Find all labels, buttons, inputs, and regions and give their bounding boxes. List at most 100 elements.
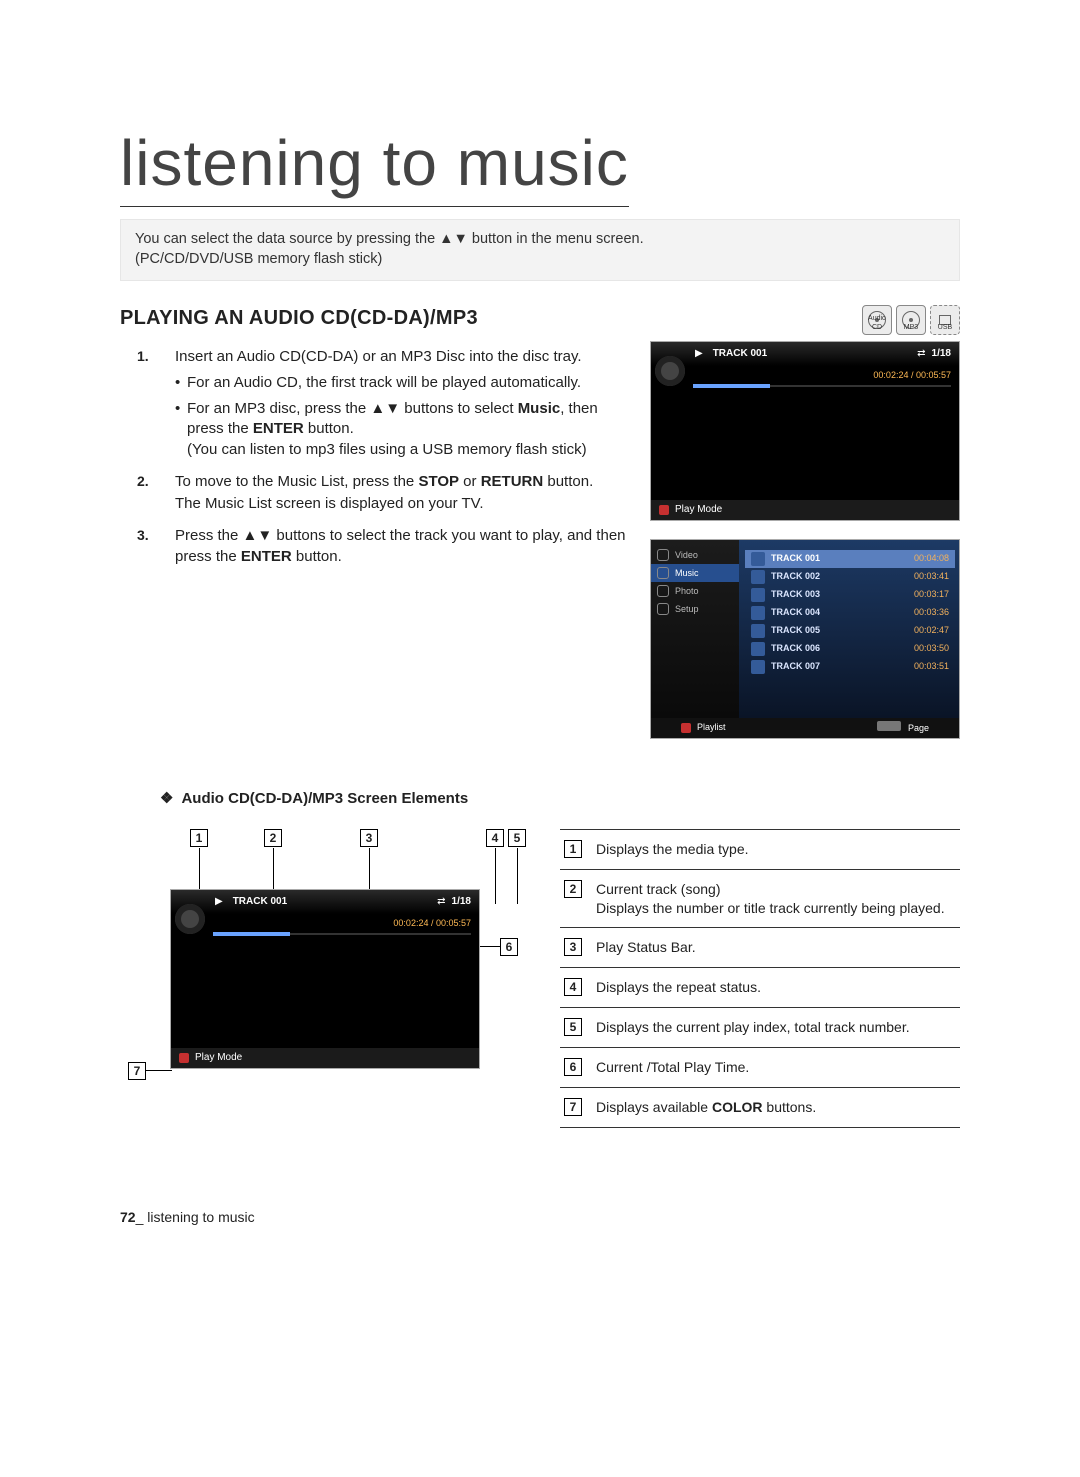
s2-post: button. [543,473,593,490]
track-duration: 00:03:36 [914,606,949,618]
step-2: 2. To move to the Music List, press the … [175,472,632,515]
track-row: TRACK 00100:04:08 [745,550,955,568]
sidebar-item-setup: Setup [651,600,739,618]
section-heading: PLAYING AN AUDIO CD(CD-DA)/MP3 [120,305,478,332]
track-icon [751,552,765,566]
track-name: TRACK 004 [771,606,914,618]
intro-line-1: You can select the data source by pressi… [135,230,945,250]
legend-desc-7-pre: Displays available [596,1099,712,1115]
screen-elements-legend: 1 Displays the media type. 2 Current tra… [560,829,960,1128]
intro-text-pre: You can select the data source by pressi… [135,231,439,247]
screen-elements-title-text: Audio CD(CD-DA)/MP3 Screen Elements [181,790,468,807]
playlist-label: Playlist [697,721,726,733]
track-name: TRACK 003 [771,588,914,600]
track-duration: 00:03:51 [914,660,949,672]
red-button-icon [659,505,669,515]
usb-label: USB [931,323,959,332]
color-keyword: COLOR [712,1099,763,1115]
diamond-icon: ❖ [160,790,173,807]
page-number: 72 [120,1209,136,1225]
legend-row-1: 1 Displays the media type. [560,829,960,870]
sidebar-item-video: Video [651,546,739,564]
intro-text-post: button in the menu screen. [468,231,644,247]
legend-num-4: 4 [564,978,582,996]
track-duration: 00:03:50 [914,642,949,654]
legend-row-3: 3 Play Status Bar. [560,928,960,968]
intro-line-2: (PC/CD/DVD/USB memory flash stick) [135,250,945,270]
play-index: 1/18 [452,895,471,909]
track-icon [751,642,765,656]
track-row: TRACK 00400:03:36 [745,604,955,622]
track-row: TRACK 00600:03:50 [745,640,955,658]
s2-extra: The Music List screen is displayed on yo… [175,494,632,514]
s1b2-post: button. [304,420,354,437]
step-number: 1. [137,347,149,366]
sidebar-label: Photo [675,585,699,597]
red-button-icon [681,723,691,733]
step-3: 3. Press the ▲▼ buttons to select the tr… [175,526,632,567]
callout-7-wrap: 7 [128,1061,146,1081]
footer-label: listening to music [147,1209,254,1225]
sidebar-item-music: Music [651,564,739,582]
track-row: TRACK 00500:02:47 [745,622,955,640]
sidebar-label: Video [675,549,698,561]
s3-post: button. [292,548,342,565]
current-track: TRACK 001 [713,347,767,361]
legend-desc-2b: Displays the number or title track curre… [596,899,956,918]
callout-1: 1 [190,829,208,847]
play-time: 00:02:24 / 00:05:57 [171,914,479,929]
legend-row-5: 5 Displays the current play index, total… [560,1008,960,1048]
legend-desc-3: Play Status Bar. [596,938,956,957]
track-duration: 00:04:08 [914,552,949,564]
s2-pre: To move to the Music List, press the [175,473,418,490]
callout-5: 5 [508,829,526,847]
mp3-icon: MP3 [896,305,926,335]
screen-elements-title: ❖ Audio CD(CD-DA)/MP3 Screen Elements [160,789,960,809]
mp3-label: MP3 [897,323,925,332]
setup-icon [657,603,669,615]
track-icon [751,660,765,674]
up-down-arrows-icon: ▲▼ [243,527,273,544]
legend-row-6: 6 Current /Total Play Time. [560,1048,960,1088]
usb-icon: USB [930,305,960,335]
legend-num-7: 7 [564,1098,582,1116]
page-label: Page [908,723,929,733]
callout-4: 4 [486,829,504,847]
video-icon [657,549,669,561]
s1b2-pre: For an MP3 disc, press the [187,400,370,417]
audio-cd-label: Audio CD [863,314,891,333]
footer-sep: _ [136,1209,148,1225]
page-chip-icon [877,721,901,731]
sidebar-item-photo: Photo [651,582,739,600]
repeat-icon: ⇄ [437,895,445,909]
callout-7: 7 [128,1062,146,1080]
track-duration: 00:02:47 [914,624,949,636]
tracklist-screenshot: Video Music Photo Setup TRACK 00100:04:0… [650,539,960,739]
s3-pre: Press the [175,527,243,544]
track-name: TRACK 005 [771,624,914,636]
track-name: TRACK 007 [771,660,914,672]
legend-row-7: 7 Displays available COLOR buttons. [560,1088,960,1128]
page-footer: 72_ listening to music [120,1208,960,1227]
legend-num-2: 2 [564,880,582,898]
legend-num-3: 3 [564,938,582,956]
step-number: 3. [137,526,149,545]
track-name: TRACK 001 [771,552,914,564]
callout-6: 6 [500,938,518,956]
track-row: TRACK 00200:03:41 [745,568,955,586]
legend-desc-1: Displays the media type. [596,840,956,859]
legend-desc-5: Displays the current play index, total t… [596,1018,956,1037]
up-down-arrows-icon: ▲▼ [370,400,400,417]
audio-cd-icon: Audio CD [862,305,892,335]
player-screenshot-annotated: ▶ TRACK 001 ⇄ 1/18 00:02:24 / 00:05:57 P… [170,889,480,1069]
track-duration: 00:03:41 [914,570,949,582]
player-screenshot: ▶ TRACK 001 ⇄ 1/18 00:02:24 / 00:05:57 P… [650,341,960,521]
step-1: 1. Insert an Audio CD(CD-DA) or an MP3 D… [175,347,632,460]
play-mode-label: Play Mode [195,1051,242,1065]
legend-row-2: 2 Current track (song) Displays the numb… [560,870,960,929]
sidebar-label: Music [675,567,699,579]
stop-keyword: STOP [418,473,459,490]
play-mode-label: Play Mode [675,503,722,517]
step-1-bullet-b: For an MP3 disc, press the ▲▼ buttons to… [175,399,632,460]
track-icon [751,570,765,584]
